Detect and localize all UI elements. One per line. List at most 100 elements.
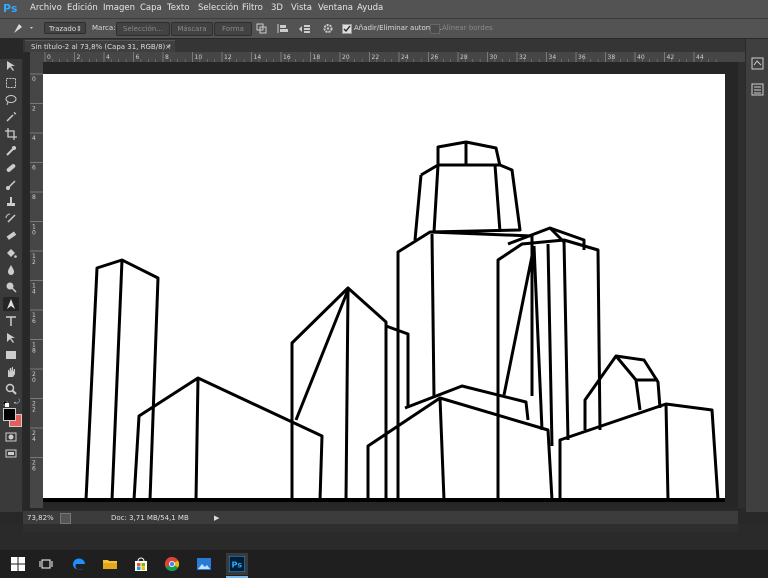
windows-start-icon[interactable] <box>9 555 27 573</box>
magic-wand-icon <box>6 111 17 122</box>
menu-edicion[interactable]: Edición <box>67 3 98 13</box>
tower-right-edge2 <box>546 243 554 447</box>
swap-colors-icon[interactable]: ⤾ <box>14 399 21 406</box>
ruler-top-label: 42 <box>667 54 675 61</box>
crop-tool[interactable] <box>3 127 19 141</box>
status-menu-arrow-icon[interactable]: ▶ <box>214 514 222 522</box>
ground-line <box>43 498 725 504</box>
menu-seleccion[interactable]: Selección <box>198 3 239 13</box>
ruler-left-label: 6 <box>32 165 36 172</box>
brush-tool[interactable] <box>3 178 19 192</box>
history-brush-icon <box>5 213 16 223</box>
healing-brush-tool[interactable] <box>3 161 19 175</box>
vertical-scrollbar[interactable] <box>738 62 745 508</box>
menu-vista[interactable]: Vista <box>291 3 312 13</box>
lasso-tool[interactable] <box>3 93 19 107</box>
menu-texto[interactable]: Texto <box>167 3 189 13</box>
pen-tool[interactable] <box>3 297 19 311</box>
mode-select[interactable]: Trazado ⇕ <box>44 22 86 34</box>
properties-panel-icon[interactable] <box>751 83 764 96</box>
building-front-center <box>366 396 554 501</box>
menu-ayuda[interactable]: Ayuda <box>357 3 383 13</box>
blur-tool[interactable] <box>3 263 19 277</box>
ruler-origin[interactable] <box>30 52 43 62</box>
eyedropper-icon <box>6 146 16 156</box>
tab-document[interactable]: Sin título-2 al 73,8% (Capa 31, RGB/8) *… <box>25 40 175 52</box>
screen-mode-button[interactable] <box>3 447 19 461</box>
menu-3d[interactable]: 3D <box>271 3 283 13</box>
ruler-top-label: 34 <box>549 54 557 61</box>
path-operations-icon[interactable] <box>256 23 268 34</box>
status-icon[interactable] <box>60 513 71 524</box>
chrome-icon[interactable] <box>163 555 181 573</box>
hand-tool[interactable] <box>3 365 19 379</box>
horizontal-scrollbar[interactable] <box>23 524 738 532</box>
photoshop-taskbar-icon[interactable]: Ps <box>226 553 248 575</box>
foreground-color-swatch[interactable] <box>3 408 16 421</box>
ruler-top-label: 16 <box>283 54 291 61</box>
forma-button[interactable]: Forma <box>214 22 252 36</box>
task-view-icon[interactable] <box>37 555 55 573</box>
history-brush-tool[interactable] <box>3 212 19 226</box>
building-small-right-edge <box>634 379 642 411</box>
checkmark-icon <box>343 25 351 32</box>
file-explorer-icon[interactable] <box>101 555 119 573</box>
marquee-icon <box>6 78 16 88</box>
marquee-tool[interactable] <box>3 76 19 90</box>
store-icon[interactable] <box>132 555 150 573</box>
history-panel-icon[interactable] <box>751 57 764 70</box>
ruler-top-label: 26 <box>431 54 439 61</box>
mode-select-value: Trazado <box>49 25 77 33</box>
clone-stamp-tool[interactable] <box>3 195 19 209</box>
path-selection-tool[interactable] <box>3 331 19 345</box>
menu-ventana[interactable]: Ventana <box>318 3 353 13</box>
building-front-right-edge <box>664 403 670 501</box>
drop-icon <box>8 265 14 275</box>
tower-right-diagonal <box>502 245 536 396</box>
ruler-vertical[interactable]: 02468101214161820222426 <box>30 62 44 508</box>
menu-filtro[interactable]: Filtro <box>242 3 263 13</box>
document-canvas[interactable] <box>43 74 725 504</box>
arrow-icon <box>7 333 15 343</box>
rectangle-tool[interactable] <box>3 348 19 362</box>
ruler-left-label: 2 <box>32 106 36 113</box>
ruler-top-label: 32 <box>519 54 527 61</box>
align-edges-checkbox[interactable] <box>430 24 440 34</box>
paint-bucket-tool[interactable] <box>3 246 19 260</box>
gear-icon[interactable] <box>322 23 334 34</box>
options-bar: Trazado ⇕ Marca: Selección... Máscara Fo… <box>0 19 768 39</box>
ruler-left-label: 2 <box>32 407 36 414</box>
mascara-button[interactable]: Máscara <box>171 22 213 36</box>
screen-mode-icon <box>5 449 17 458</box>
move-tool[interactable] <box>3 59 19 73</box>
ruler-top-label: 2 <box>77 54 81 61</box>
magic-wand-tool[interactable] <box>3 110 19 124</box>
path-arrangement-icon[interactable] <box>297 23 311 34</box>
tower-mid-edge <box>344 289 350 501</box>
seleccion-button[interactable]: Selección... <box>116 22 170 36</box>
bandage-icon <box>6 164 16 172</box>
ruler-top-label: 6 <box>136 54 140 61</box>
menu-capa[interactable]: Capa <box>140 3 162 13</box>
paint-bucket-icon <box>7 249 17 258</box>
quick-mask-button[interactable] <box>3 430 19 444</box>
zoom-level[interactable]: 73,82% <box>27 514 54 522</box>
menu-imagen[interactable]: Imagen <box>103 3 135 13</box>
hand-icon <box>8 367 15 377</box>
path-alignment-icon[interactable] <box>277 23 289 34</box>
tool-preset-picker[interactable] <box>10 22 36 35</box>
eyedropper-tool[interactable] <box>3 144 19 158</box>
marca-label: Marca: <box>92 24 116 32</box>
default-colors-icon[interactable] <box>2 400 9 407</box>
auto-add-checkbox[interactable] <box>342 24 352 34</box>
edge-icon[interactable] <box>70 555 88 573</box>
ruler-top-label: 14 <box>254 54 262 61</box>
type-tool[interactable] <box>3 314 19 328</box>
city-skyline-drawing <box>43 140 725 504</box>
photos-icon[interactable] <box>195 555 213 573</box>
eraser-tool[interactable] <box>3 229 19 243</box>
zoom-tool[interactable] <box>3 382 19 396</box>
dodge-tool[interactable] <box>3 280 19 294</box>
menu-archivo[interactable]: Archivo <box>30 3 62 13</box>
tower-upper-edge-left <box>432 164 440 233</box>
